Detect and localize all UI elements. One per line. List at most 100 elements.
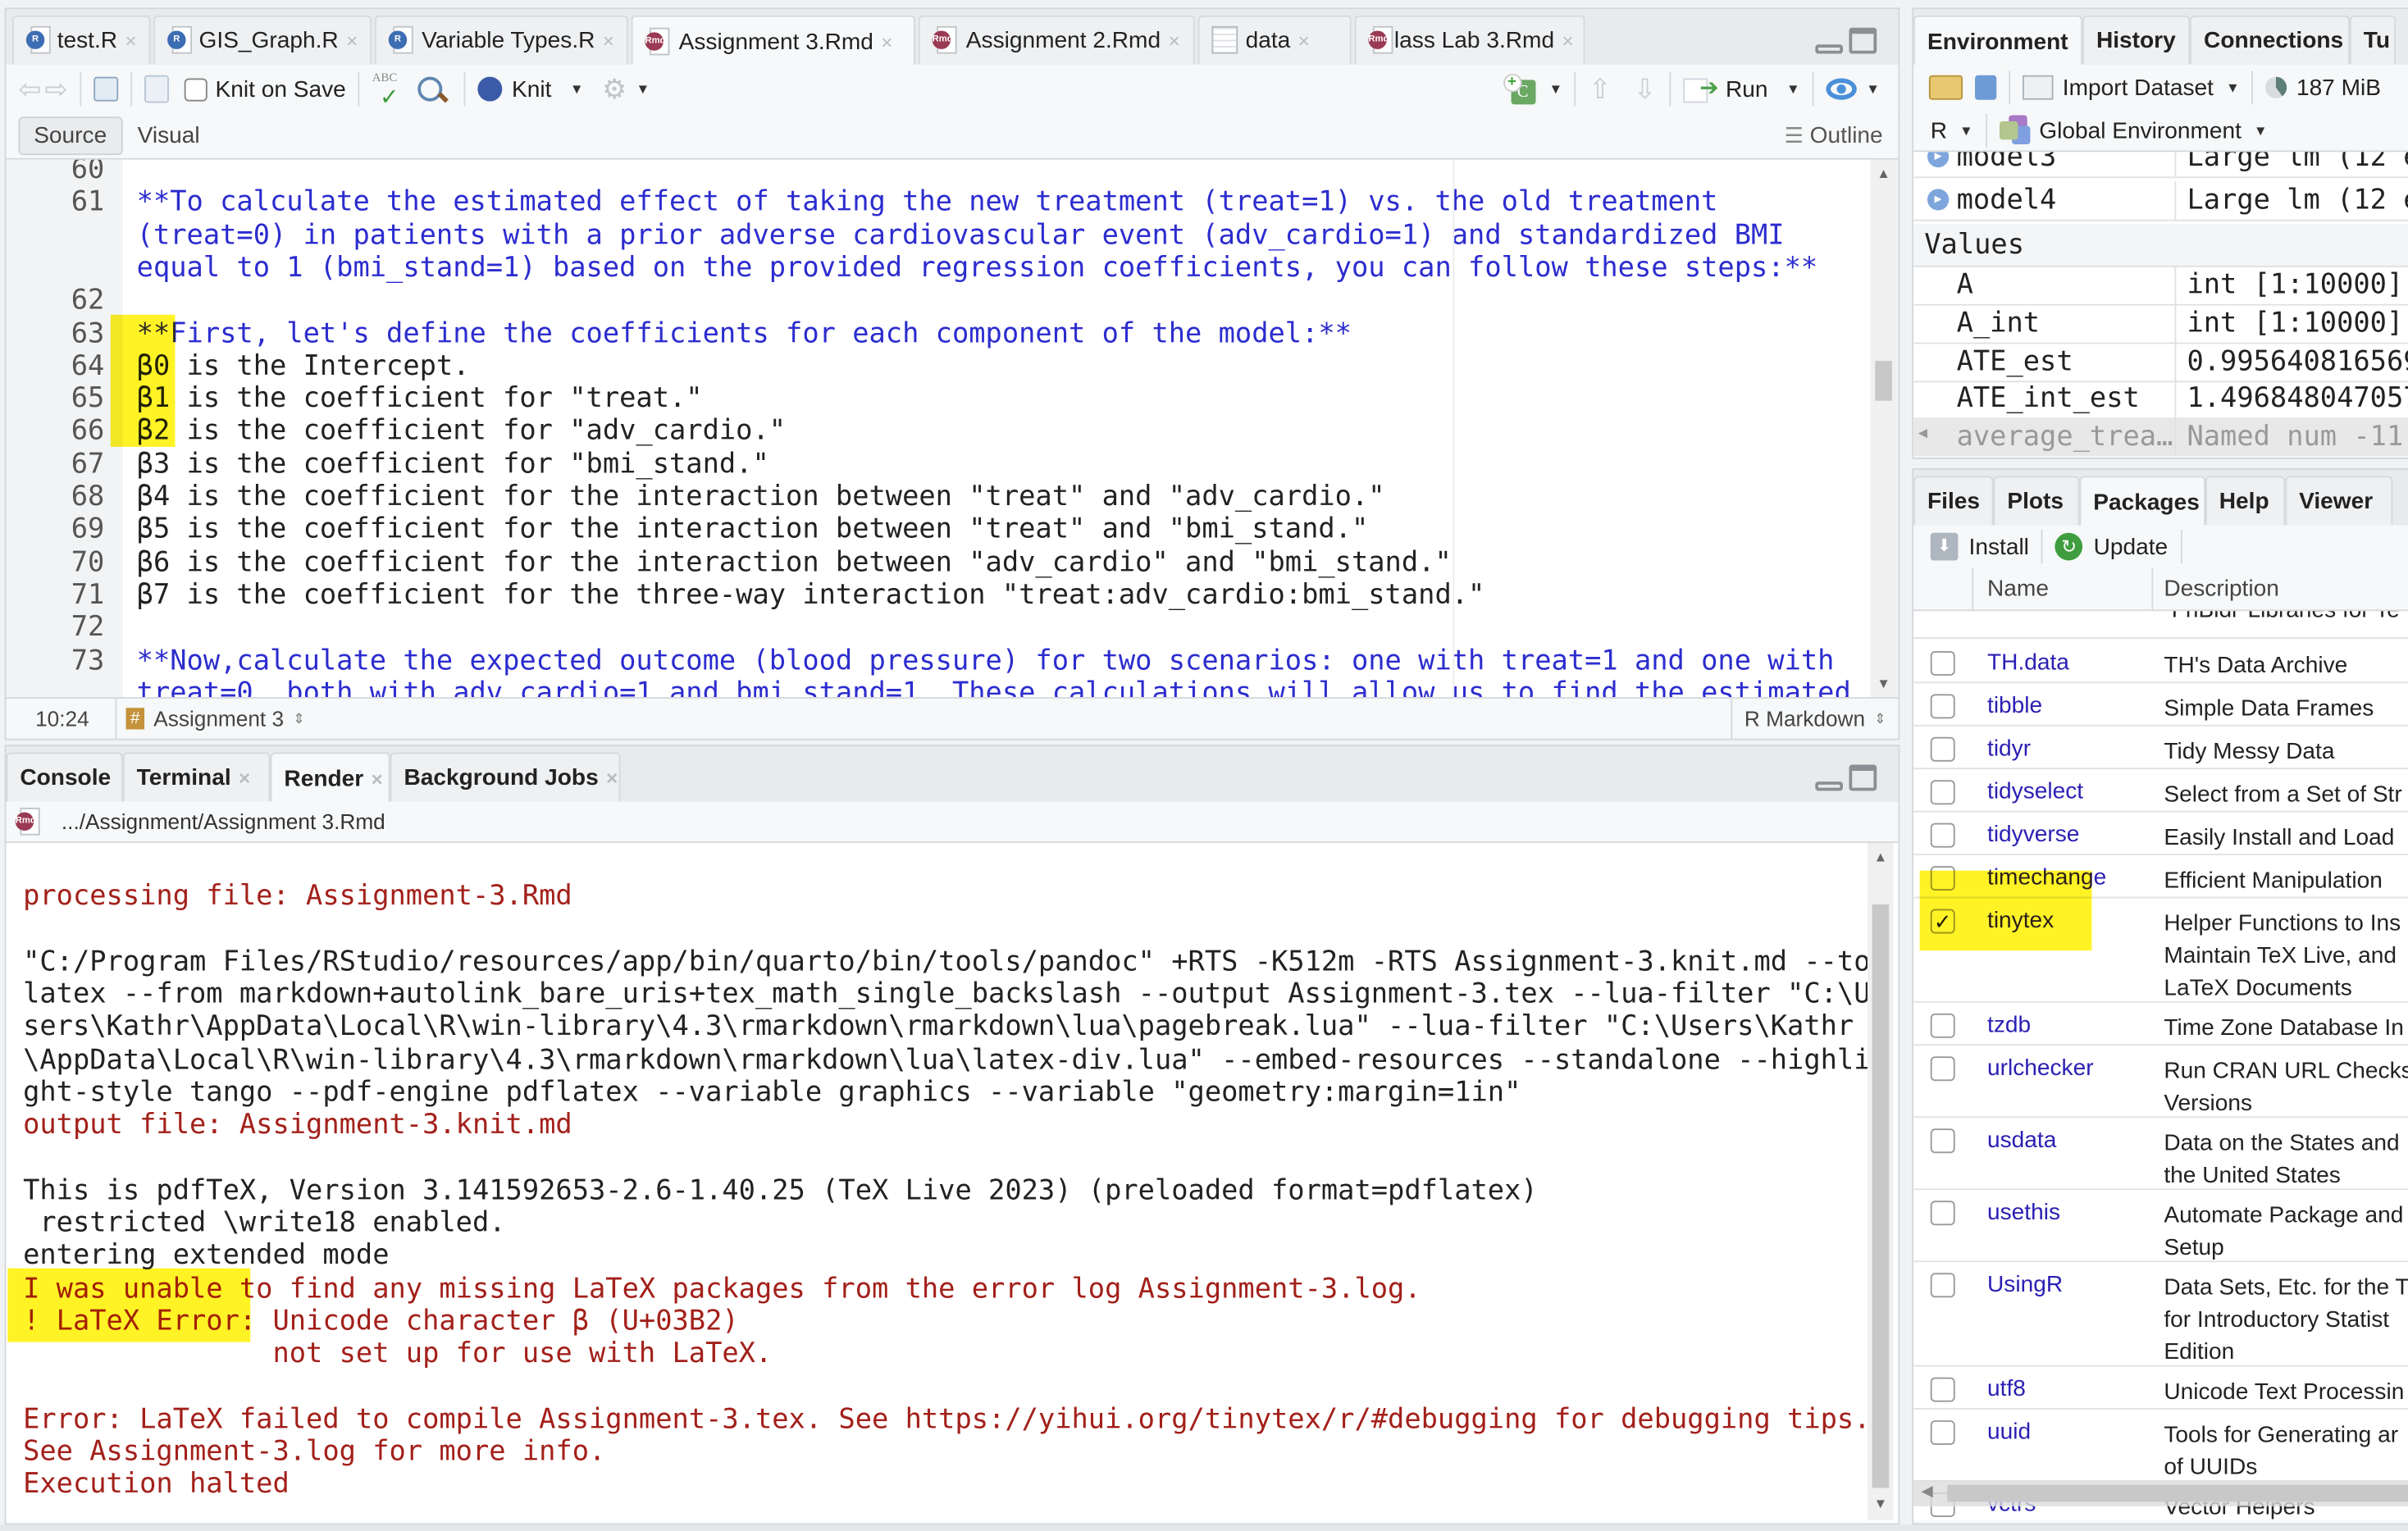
maximize-icon[interactable]	[1849, 764, 1877, 791]
install-icon[interactable]: ⬇	[1930, 532, 1959, 561]
package-name-link[interactable]: utf8	[1987, 1376, 2026, 1402]
package-loaded-checkbox[interactable]	[1930, 1128, 1955, 1154]
file-type-selector[interactable]: R Markdown	[1744, 706, 1865, 731]
tab-test-r[interactable]: Rtest.R ×	[11, 15, 151, 65]
section-navigator[interactable]: Assignment 3	[153, 706, 284, 731]
environment-data-row[interactable]: ▶ model4 Large lm (12 e	[1913, 180, 2408, 221]
memory-usage-icon[interactable]	[2265, 76, 2287, 98]
save-icon[interactable]	[144, 75, 170, 103]
tab-terminal[interactable]: Terminal ×	[122, 752, 271, 802]
run-button[interactable]: Run	[1726, 76, 1768, 103]
close-tab-icon[interactable]: ×	[1562, 30, 1573, 52]
environment-value-row[interactable]: ATE_est 0.995640816569	[1913, 341, 2408, 382]
environment-value-row[interactable]: A_int int [1:10000]	[1913, 303, 2408, 344]
console-scrollbar[interactable]: ▲ ▼	[1867, 843, 1894, 1520]
import-dataset-button[interactable]: Import Dataset	[2063, 75, 2214, 101]
scroll-up-icon[interactable]: ▲	[1873, 849, 1887, 864]
package-name-link[interactable]: tidyselect	[1987, 778, 2083, 804]
scroll-left-icon[interactable]: ◀	[1918, 426, 1927, 443]
horizontal-scrollbar[interactable]: ◀	[1913, 1480, 2408, 1506]
tab-background-jobs[interactable]: Background Jobs ×	[390, 752, 621, 802]
load-workspace-icon[interactable]	[1928, 75, 1963, 100]
save-workspace-icon[interactable]	[1975, 75, 1997, 100]
tab-plots[interactable]: Plots	[1993, 476, 2080, 526]
tab-tu[interactable]: Tu	[2349, 15, 2397, 65]
editor-scrollbar-thumb[interactable]	[1875, 361, 1892, 401]
knit-dropdown-icon[interactable]: ▼	[570, 81, 584, 97]
go-to-previous-chunk-icon[interactable]: ⇧	[1589, 73, 1612, 105]
package-name-link[interactable]: tidyverse	[1987, 822, 2079, 848]
tab-render[interactable]: Render ×	[270, 752, 390, 804]
update-button[interactable]: Update	[2094, 534, 2169, 560]
close-tab-icon[interactable]: ×	[125, 30, 136, 52]
package-name-link[interactable]: tzdb	[1987, 1012, 2031, 1038]
package-loaded-checkbox[interactable]	[1930, 1056, 1955, 1082]
package-name-link[interactable]: usdata	[1987, 1127, 2056, 1153]
tab-viewer[interactable]: Viewer	[2285, 476, 2393, 526]
scroll-left-icon[interactable]: ◀	[1921, 1483, 1932, 1501]
publish-icon[interactable]	[1826, 78, 1857, 100]
import-dataset-dropdown-icon[interactable]: ▼	[2226, 80, 2240, 95]
insert-chunk-dropdown-icon[interactable]: ▼	[1548, 81, 1562, 97]
publish-dropdown-icon[interactable]: ▼	[1866, 81, 1880, 97]
tab-connections[interactable]: Connections	[2190, 15, 2350, 65]
close-tab-icon[interactable]: ×	[346, 30, 358, 52]
editor-scrollbar[interactable]: ▲ ▼	[1870, 159, 1897, 698]
package-loaded-checkbox[interactable]	[1930, 1420, 1955, 1446]
expand-icon[interactable]: ▶	[1927, 152, 1950, 168]
environment-value-row[interactable]: average_trea… Named num -11 ◀	[1913, 417, 2408, 457]
outline-icon[interactable]: ☰	[1785, 123, 1804, 149]
package-name-link[interactable]: usethis	[1987, 1199, 2060, 1225]
render-output[interactable]: processing file: Assignment-3.Rmd "C:/Pro…	[6, 843, 1868, 1520]
package-loaded-checkbox[interactable]	[1930, 650, 1955, 676]
install-button[interactable]: Install	[1969, 534, 2029, 560]
scope-dropdown-icon[interactable]: ▼	[2254, 123, 2268, 139]
file-type-updown-icon[interactable]: ⇕	[1874, 710, 1886, 727]
tab-help[interactable]: Help	[2205, 476, 2286, 526]
close-tab-icon[interactable]: ×	[239, 766, 250, 789]
run-icon[interactable]: ➔	[1682, 75, 1723, 103]
package-loaded-checkbox[interactable]	[1930, 822, 1955, 848]
source-mode-button[interactable]: Source	[18, 116, 122, 156]
memory-usage[interactable]: 187 MiB	[2296, 75, 2381, 101]
tab-variable-types-r[interactable]: R Variable Types.R ×	[374, 15, 628, 65]
knit-yarn-icon[interactable]	[477, 76, 503, 102]
language-dropdown-icon[interactable]: ▼	[1959, 123, 1973, 139]
back-arrow-icon[interactable]: ⇦	[18, 73, 41, 105]
package-name-link[interactable]: urlchecker	[1987, 1055, 2094, 1081]
tab-assignment-3-rmd[interactable]: Rmd Assignment 3.Rmd ×	[631, 15, 916, 66]
spellcheck-icon[interactable]: ABC ✓	[372, 71, 406, 111]
scroll-down-icon[interactable]: ▼	[1877, 676, 1890, 691]
close-tab-icon[interactable]: ×	[1168, 30, 1179, 52]
go-to-next-chunk-icon[interactable]: ⇩	[1633, 73, 1656, 105]
package-name-link[interactable]: UsingR	[1987, 1271, 2063, 1297]
run-dropdown-icon[interactable]: ▼	[1786, 81, 1800, 97]
close-tab-icon[interactable]: ×	[1298, 30, 1310, 52]
scroll-down-icon[interactable]: ▼	[1873, 1496, 1887, 1511]
update-icon[interactable]: ↻	[2055, 532, 2083, 561]
settings-gear-icon[interactable]: ⚙	[602, 73, 627, 105]
code-editor[interactable]: 60 61 **To calculate the estimated effect …	[6, 159, 1871, 698]
package-name-link[interactable]: uuid	[1987, 1419, 2031, 1445]
import-dataset-icon[interactable]	[2023, 75, 2054, 100]
tab-packages[interactable]: Packages	[2079, 476, 2205, 527]
environment-scope-selector[interactable]: Global Environment	[2039, 117, 2242, 144]
scroll-up-icon[interactable]: ▲	[1877, 166, 1890, 181]
insert-chunk-icon[interactable]: C +	[1503, 73, 1535, 105]
package-loaded-checkbox[interactable]	[1930, 1201, 1955, 1226]
package-loaded-checkbox[interactable]	[1930, 1013, 1955, 1038]
tab-assignment-2-rmd[interactable]: Rmd Assignment 2.Rmd ×	[918, 15, 1195, 65]
tab-environment[interactable]: Environment	[1913, 15, 2083, 66]
tab-gis-graph-r[interactable]: R GIS_Graph.R ×	[153, 15, 372, 65]
package-loaded-checkbox[interactable]	[1930, 780, 1955, 805]
maximize-icon[interactable]	[1849, 27, 1877, 54]
minimize-icon[interactable]	[1815, 44, 1843, 54]
knit-on-save-checkbox[interactable]	[185, 77, 208, 101]
close-tab-icon[interactable]: ×	[603, 30, 614, 52]
package-loaded-checkbox[interactable]	[1930, 1273, 1955, 1298]
tab-class-lab-3-rmd[interactable]: Rmd Class Lab 3.Rmd ×	[1354, 15, 1585, 65]
minimize-icon[interactable]	[1815, 781, 1843, 791]
close-tab-icon[interactable]: ×	[606, 766, 618, 789]
tab-data[interactable]: data ×	[1197, 15, 1352, 65]
environment-value-row[interactable]: ATE_int_est 1.496848047057	[1913, 380, 2408, 420]
